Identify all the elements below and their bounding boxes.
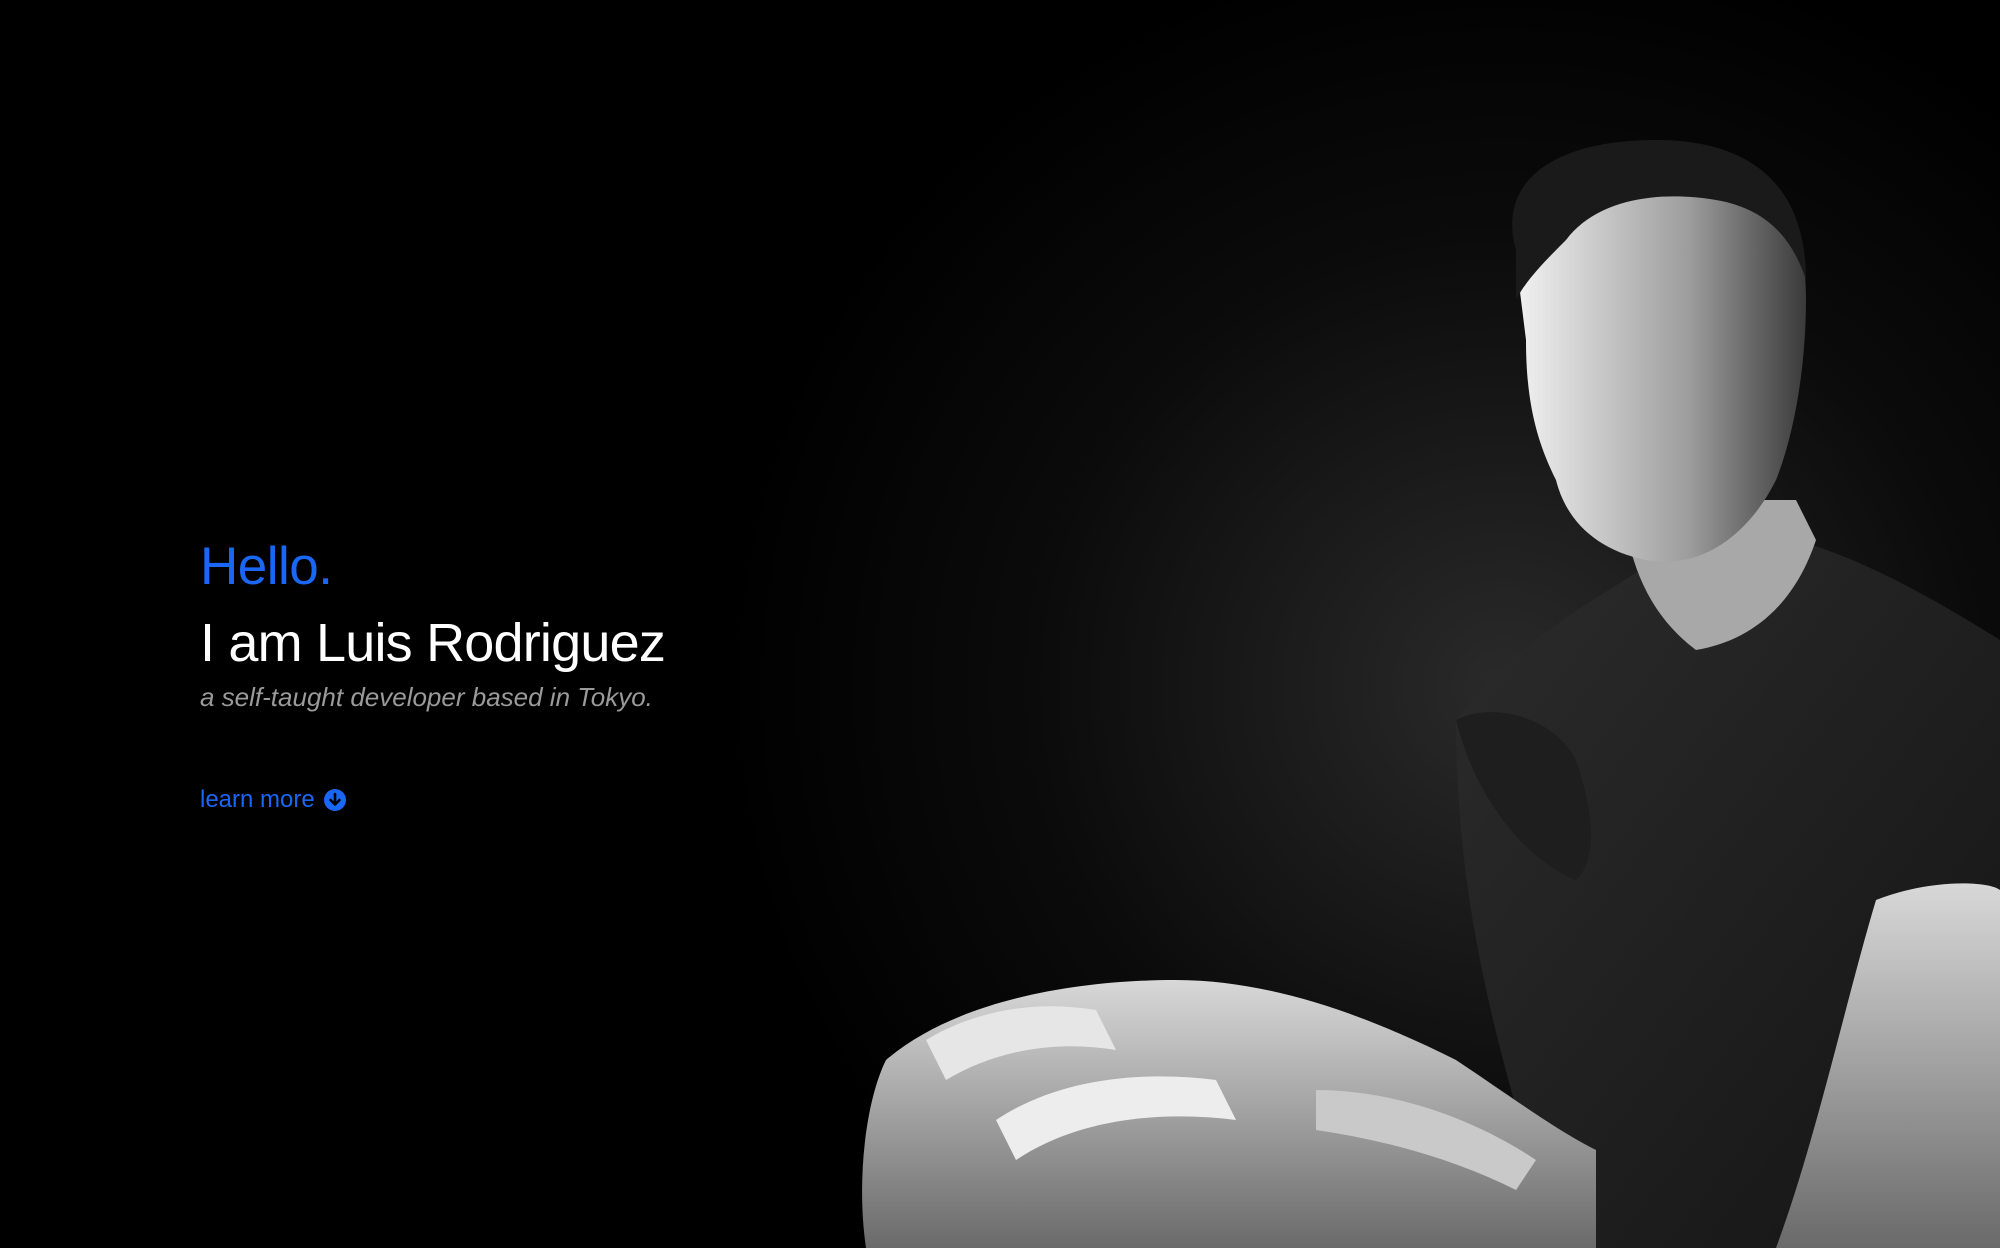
hero-page: Hello. I am Luis Rodriguez a self-taught…	[0, 0, 2000, 1248]
tagline: a self-taught developer based in Tokyo.	[200, 682, 653, 712]
learn-more-link[interactable]: learn more	[200, 786, 347, 814]
name-heading: I am Luis Rodriguez	[200, 613, 666, 673]
learn-more-label: learn more	[200, 786, 315, 813]
arrow-down-circle-icon	[323, 788, 347, 812]
hero-text: Hello. I am Luis Rodriguez a self-taught…	[200, 536, 760, 814]
greeting-heading: Hello.	[200, 537, 333, 596]
portrait-photo	[696, 0, 2000, 1248]
